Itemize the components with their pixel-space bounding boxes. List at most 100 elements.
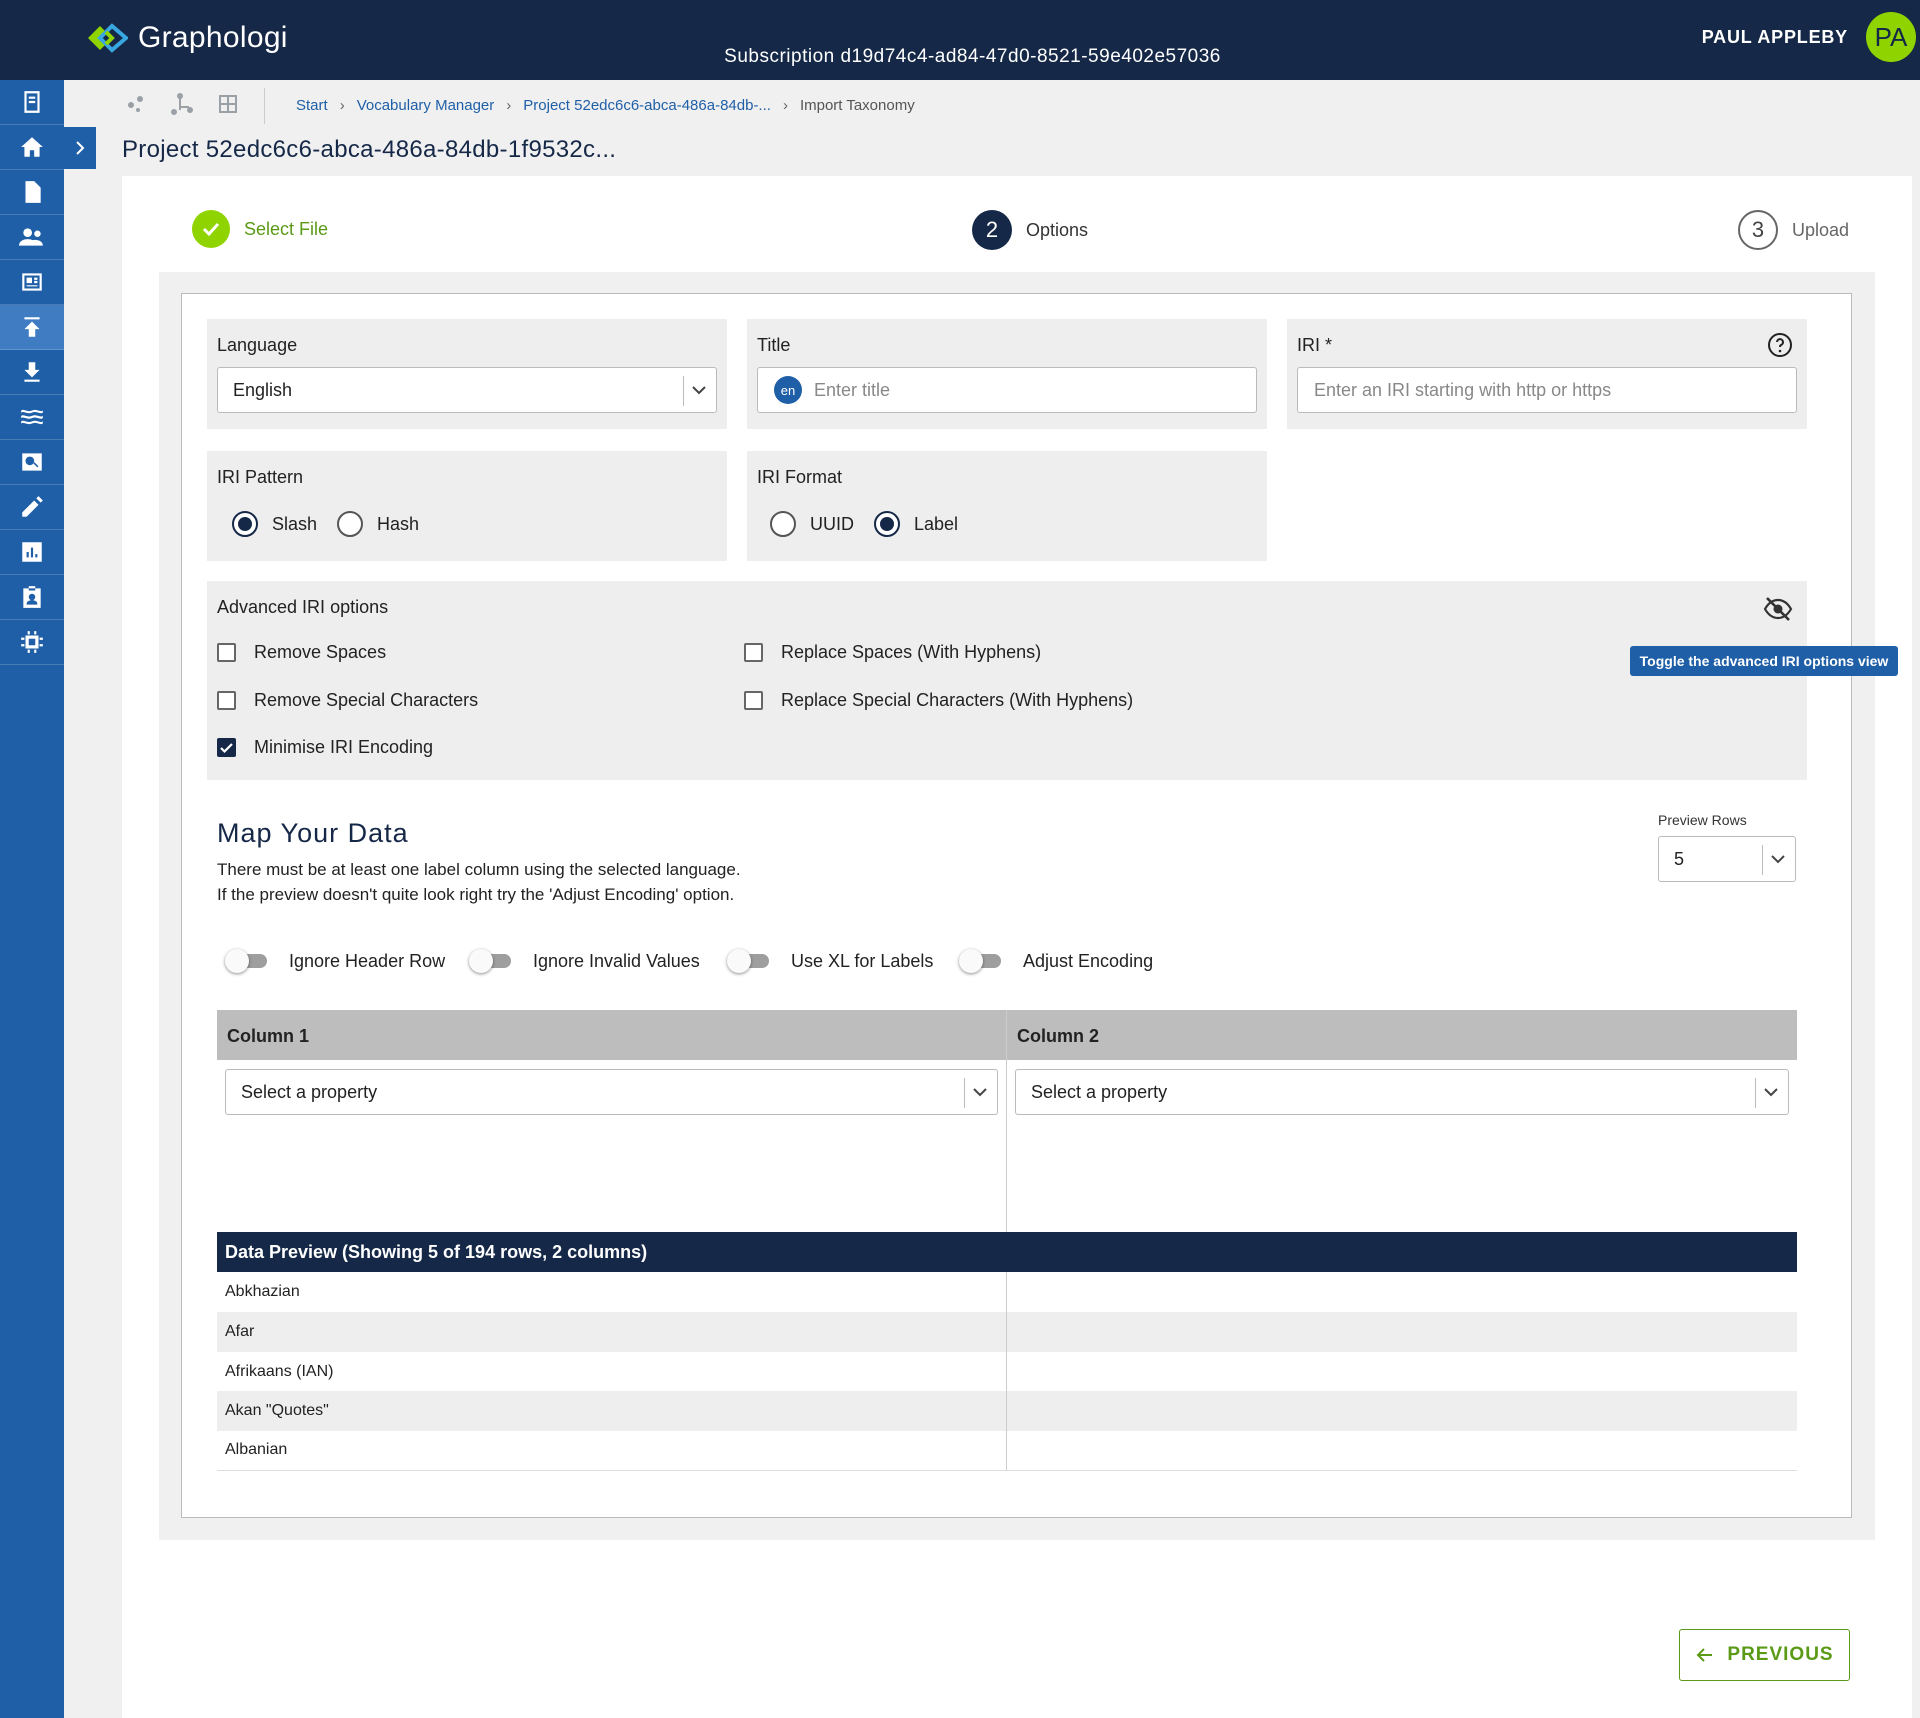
view-toolbar (124, 92, 240, 116)
radio-uuid[interactable]: UUID (770, 511, 854, 537)
step-label: Select File (244, 218, 329, 239)
select-divider (1762, 845, 1763, 875)
previous-button[interactable]: PREVIOUS (1679, 1629, 1850, 1681)
nav-analytics[interactable] (0, 530, 64, 575)
checkbox-remove-spaces[interactable]: Remove Spaces (217, 642, 386, 663)
language-label: Language (217, 335, 298, 355)
left-nav-rail (0, 80, 64, 1718)
checkbox-label: Replace Special Characters (With Hyphens… (781, 690, 1134, 710)
data-preview-header: Data Preview (Showing 5 of 194 rows, 2 c… (217, 1232, 1797, 1272)
checkbox-replace-special[interactable]: Replace Special Characters (With Hyphens… (744, 690, 1133, 711)
column-1-property-select[interactable]: Select a property (225, 1069, 998, 1115)
nav-document[interactable] (0, 170, 64, 215)
nav-article[interactable] (0, 260, 64, 305)
nav-download[interactable] (0, 350, 64, 395)
chevron-down-icon (1771, 855, 1785, 864)
breadcrumb-vocabulary-manager[interactable]: Vocabulary Manager (357, 97, 495, 114)
checkbox[interactable] (217, 643, 236, 662)
toggle-switch[interactable] (469, 948, 517, 974)
toggle-switch[interactable] (727, 948, 775, 974)
badge-icon (23, 586, 41, 608)
iri-input[interactable]: Enter an IRI starting with http or https (1297, 367, 1797, 413)
breadcrumb-chevron-icon: › (506, 97, 512, 114)
toggle-switch[interactable] (225, 948, 273, 974)
toggle-use-xl-labels[interactable]: Use XL for Labels (727, 948, 933, 974)
nav-users[interactable] (0, 215, 64, 260)
table-row: Albanian (225, 1441, 288, 1458)
breadcrumb-start[interactable]: Start (296, 97, 328, 114)
breadcrumb-chevron-icon: › (339, 97, 345, 114)
checkbox-remove-special[interactable]: Remove Special Characters (217, 690, 478, 711)
checkbox[interactable] (217, 691, 236, 710)
radio-button[interactable] (770, 511, 796, 537)
previous-label: PREVIOUS (1727, 1644, 1834, 1665)
title-input[interactable]: en Enter title (757, 367, 1257, 413)
iri-placeholder: Enter an IRI starting with http or https (1314, 379, 1612, 400)
toggle-switch[interactable] (959, 948, 1007, 974)
check-circle-icon (192, 210, 230, 248)
checkbox-replace-spaces[interactable]: Replace Spaces (With Hyphens) (744, 642, 1041, 663)
language-select[interactable]: English (217, 367, 717, 413)
column-2-property-select[interactable]: Select a property (1015, 1069, 1789, 1115)
preview-column-divider (1006, 1272, 1007, 1470)
upload-icon (24, 317, 40, 337)
checkbox-minimise-encoding[interactable]: Minimise IRI Encoding (217, 737, 433, 758)
nav-badge[interactable] (0, 575, 64, 620)
radio-button[interactable] (874, 511, 900, 537)
breadcrumb-project[interactable]: Project 52edc6c6-abca-486a-84db-... (523, 97, 771, 114)
select-divider (683, 376, 684, 406)
radio-slash[interactable]: Slash (232, 511, 317, 537)
checkbox[interactable] (744, 691, 763, 710)
step-number: 2 (972, 210, 1012, 250)
nav-waves[interactable] (0, 395, 64, 440)
graph-view-icon[interactable] (124, 92, 148, 116)
nav-home[interactable] (0, 125, 64, 170)
title-label: Title (757, 335, 791, 355)
checkbox[interactable] (217, 738, 236, 757)
radio-label: Slash (272, 513, 318, 534)
step-select-file[interactable]: Select File (192, 210, 328, 248)
user-name[interactable]: PAUL APPLEBY (1702, 27, 1848, 48)
preview-rows-select[interactable]: 5 (1658, 836, 1796, 882)
grid-view-icon[interactable] (216, 92, 240, 116)
radio-label-option[interactable]: Label (874, 511, 958, 537)
radio-button[interactable] (337, 511, 364, 537)
toggle-adjust-encoding[interactable]: Adjust Encoding (959, 948, 1153, 974)
nav-search-image[interactable] (0, 440, 64, 485)
nav-chip[interactable] (0, 620, 64, 665)
iri-label: IRI * (1297, 335, 1333, 355)
nav-edit[interactable] (0, 485, 64, 530)
checkbox[interactable] (744, 643, 763, 662)
toolbar-divider (264, 88, 265, 124)
radio-button[interactable] (232, 511, 258, 537)
waves-icon (21, 409, 43, 425)
step-upload: 3 Upload (1738, 210, 1849, 250)
select-placeholder: Select a property (241, 1081, 378, 1102)
nav-upload[interactable] (0, 305, 64, 350)
expand-sidebar-button[interactable] (64, 127, 96, 169)
preview-bottom-border (217, 1470, 1797, 1471)
toggle-ignore-header-row[interactable]: Ignore Header Row (225, 948, 445, 974)
toggle-ignore-invalid-values[interactable]: Ignore Invalid Values (469, 948, 700, 974)
help-icon[interactable] (1767, 332, 1793, 358)
preview-rows-value: 5 (1674, 848, 1685, 869)
step-label: Upload (1792, 219, 1850, 240)
visibility-off-icon[interactable] (1763, 596, 1793, 622)
language-value: English (233, 379, 293, 400)
notebook-icon (24, 91, 40, 113)
checkmark-icon (220, 743, 233, 754)
advanced-iri-label: Advanced IRI options (217, 597, 389, 617)
nav-notebook[interactable] (0, 80, 64, 125)
tree-view-icon[interactable] (170, 92, 194, 116)
avatar[interactable]: PA (1866, 12, 1916, 62)
home-icon (21, 137, 43, 157)
checkbox-label: Remove Spaces (254, 642, 387, 662)
radio-label: Hash (377, 513, 420, 534)
column-header: Column 1 (217, 1010, 1006, 1060)
chip-icon (21, 631, 43, 653)
document-icon (25, 181, 41, 203)
chevron-right-icon (76, 141, 85, 155)
chevron-down-icon (973, 1088, 987, 1097)
map-desc-line: There must be at least one label column … (217, 860, 741, 879)
radio-hash[interactable]: Hash (337, 511, 419, 537)
